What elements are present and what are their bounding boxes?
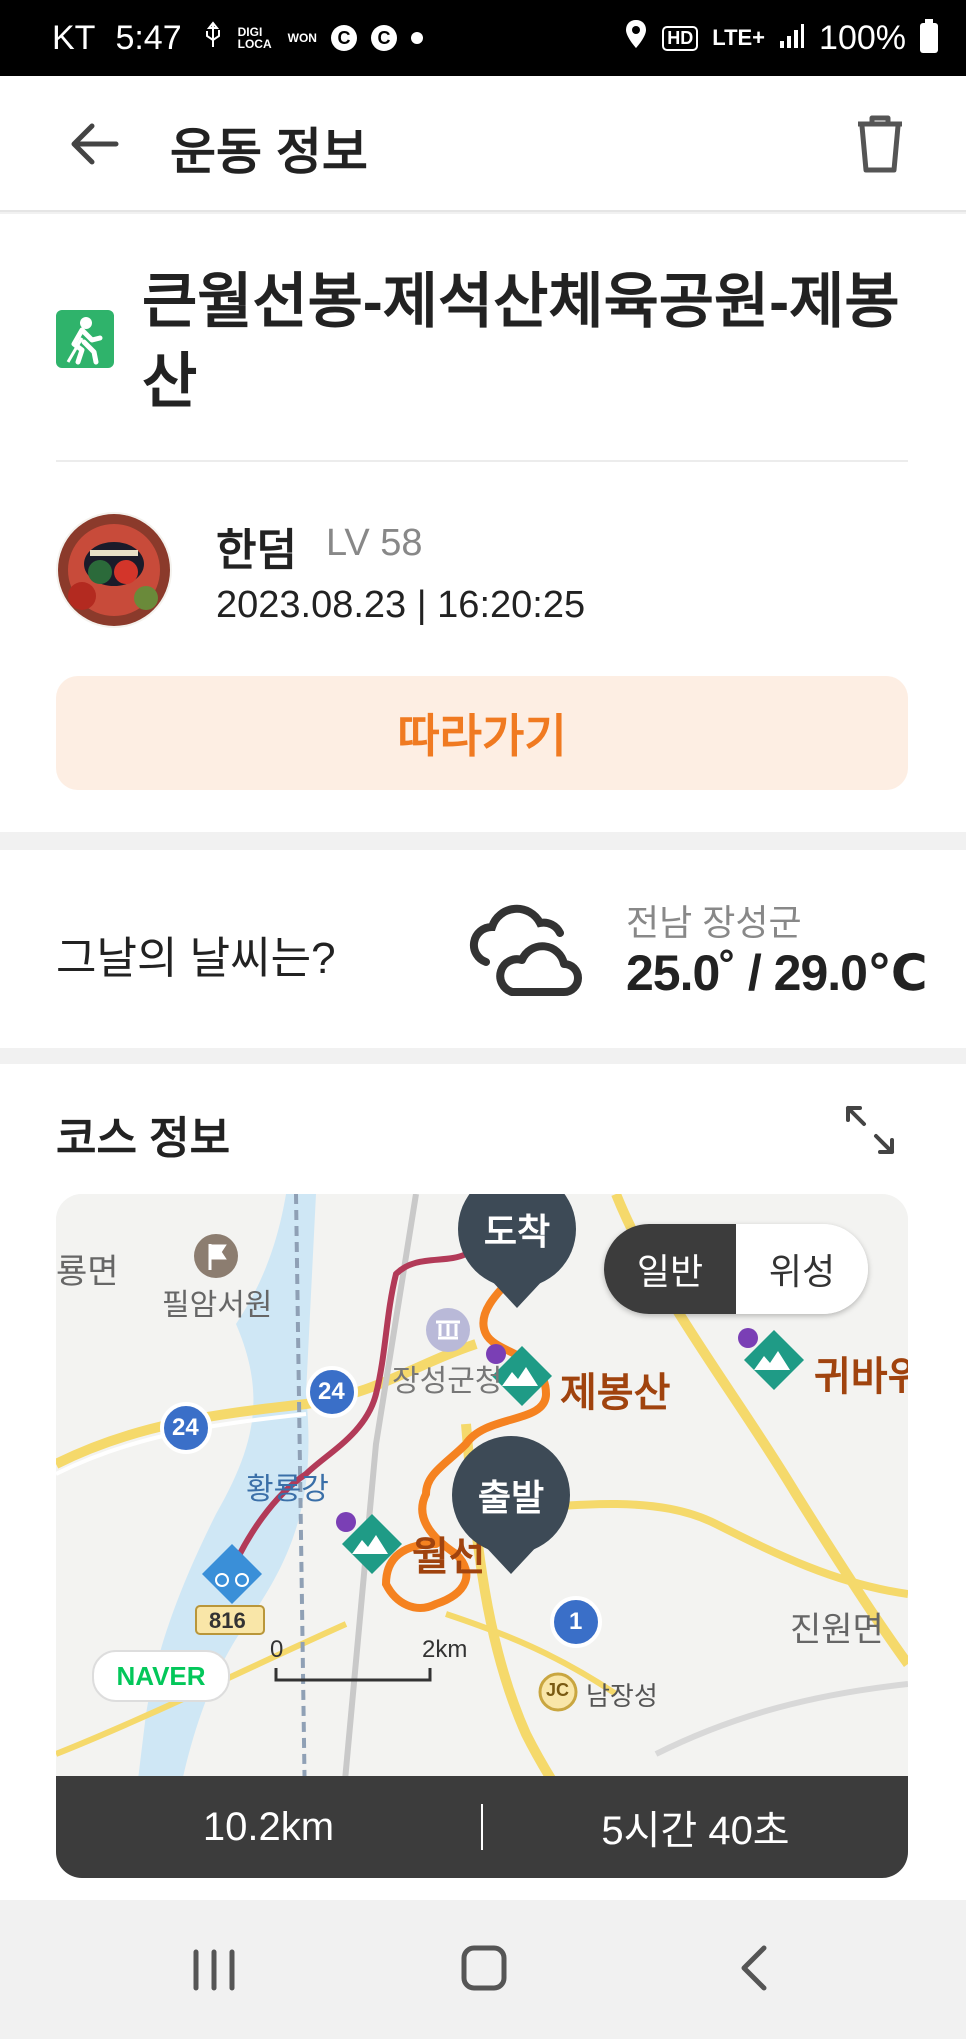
map-label-pilamseowon: 필암서원	[162, 1289, 273, 1322]
end-pin-tail	[489, 1278, 545, 1308]
lte-icon: LTE+	[712, 25, 766, 50]
map-label-namjangseong: 남장성	[586, 1681, 658, 1711]
app-bar: 운동 정보	[0, 76, 966, 212]
recent-apps-icon[interactable]	[174, 1934, 254, 2004]
course-map[interactable]: 룡면 필암서원 장성군청 제봉산 귀바위 황룡강 월선 진원면 남장성 JC 2…	[56, 1194, 908, 1878]
signal-icon	[779, 19, 805, 58]
hd-icon: HD	[662, 25, 699, 51]
map-type-normal[interactable]: 일반	[604, 1224, 736, 1314]
system-nav-bar	[0, 1900, 966, 2039]
hiking-icon	[56, 310, 114, 368]
road-label-24b: 24	[172, 1414, 199, 1441]
user-level: LV 58	[326, 522, 423, 564]
expand-icon[interactable]	[844, 1104, 896, 1156]
activity-card: 큰월선봉-제석산체육공원-제봉산 한덤 LV 58 2023.08.23 | 1…	[0, 214, 966, 832]
road-label-1: 1	[569, 1608, 583, 1635]
carrier: KT	[52, 18, 96, 57]
status-bar: KT 5:47 DIGI LOCA WON C C HD LTE+ 100%	[0, 0, 966, 76]
start-pin[interactable]: 출발	[452, 1436, 570, 1554]
weather-card: 그날의 날씨는? 전남 장성군 25.0˚ / 29.0℃	[0, 850, 966, 1048]
digi-loca-icon: DIGI LOCA	[237, 25, 272, 51]
back-nav-icon[interactable]	[716, 1934, 796, 2004]
c-icon: C	[330, 25, 357, 51]
usb-icon	[202, 21, 224, 55]
road-label-816: 816	[209, 1608, 246, 1633]
map-label-jebongsan: 제봉산	[560, 1371, 671, 1415]
follow-button[interactable]: 따라가기	[56, 676, 908, 790]
home-icon[interactable]	[444, 1934, 524, 2004]
course-card: 코스 정보 룡면 필암서원 장성군청 제봉산 귀바위 황룡강 월선 진원면 남장…	[0, 1064, 966, 1900]
road-label-24a: 24	[318, 1378, 345, 1405]
map-label-gwibawi: 귀바위	[814, 1355, 908, 1399]
battery-text: 100%	[819, 18, 906, 57]
cloud-icon	[466, 900, 586, 1000]
naver-logo: NAVER	[92, 1650, 230, 1702]
avatar[interactable]	[56, 512, 172, 628]
pilam-seowon-icon	[194, 1234, 238, 1278]
weather-temperature: 25.0˚ / 29.0℃	[626, 945, 928, 1001]
map-label-hwangryonggang: 황룡강	[246, 1473, 329, 1506]
back-arrow-icon[interactable]	[64, 114, 124, 174]
weather-question: 그날의 날씨는?	[56, 934, 336, 983]
won-icon: WON	[287, 31, 317, 45]
page-title: 운동 정보	[170, 124, 368, 180]
map-type-toggle[interactable]: 일반 위성	[604, 1224, 868, 1314]
battery-icon	[920, 19, 938, 53]
scale-label-2km: 2km	[422, 1636, 468, 1663]
c-icon: C	[370, 25, 397, 51]
map-label-jc: JC	[546, 1680, 570, 1700]
course-stats-bar: 10.2km 5시간 40초	[56, 1776, 908, 1878]
map-label-jinwonmyeon: 진원면	[790, 1611, 884, 1649]
course-duration: 5시간 40초	[601, 1809, 790, 1853]
map-type-satellite[interactable]: 위성	[736, 1224, 868, 1314]
activity-datetime: 2023.08.23 | 16:20:25	[216, 584, 586, 626]
course-title: 코스 정보	[56, 1114, 231, 1163]
trash-icon[interactable]	[850, 112, 910, 176]
scale-label-0: 0	[270, 1636, 284, 1663]
divider	[56, 460, 908, 462]
location-icon	[624, 19, 648, 58]
map-label-ryongmyeon: 룡면	[56, 1253, 119, 1291]
county-office-icon	[426, 1308, 470, 1352]
start-pin-tail	[483, 1544, 539, 1574]
weather-location: 전남 장성군	[626, 902, 802, 943]
clock: 5:47	[115, 18, 182, 57]
notification-dot-icon	[410, 32, 423, 44]
route-title: 큰월선봉-제석산체육공원-제봉산	[142, 268, 900, 415]
course-distance: 10.2km	[202, 1804, 335, 1849]
user-name: 한덤	[216, 526, 297, 575]
map-label-jangseonggun: 장성군청	[392, 1365, 503, 1398]
